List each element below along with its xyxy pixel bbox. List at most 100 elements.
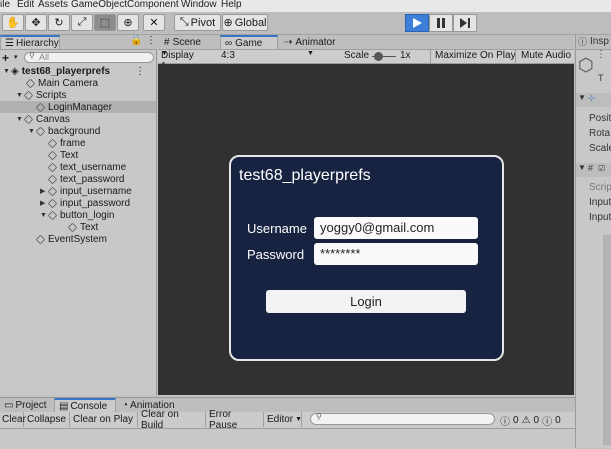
console-search-input[interactable]: ⚲ [310,412,495,425]
global-label: Global [234,16,267,29]
step-button[interactable] [453,14,477,32]
username-label: Username [247,221,307,236]
mute-audio-toggle[interactable]: Mute Audio [521,50,571,61]
tab-inspector[interactable]: Insp [590,36,609,47]
tab-animator[interactable]: ⇢ Animator [280,35,350,49]
error-icon[interactable]: ⓘ [542,413,552,428]
pause-icon [437,18,445,28]
clear-on-play-button[interactable]: Clear on Play [71,412,138,427]
list-item-label: Canvas [36,113,70,125]
menu-edit[interactable]: Edit [17,0,34,10]
transform-tool-button[interactable]: ⊕ [117,14,139,31]
rotate-tool-button[interactable]: ↻ [48,14,70,31]
gameobject-icon [35,234,46,244]
rotation-label: Rota [589,128,611,139]
scene-menu-icon[interactable]: ⋮ [135,66,145,77]
gameobject-icon [25,78,36,88]
search-placeholder: All [39,52,50,62]
move-tool-button[interactable]: ✥ [25,14,47,31]
chevron-down-icon[interactable]: ▾ [14,53,18,61]
password-label: Password [247,247,305,262]
scrollbar[interactable] [603,235,611,445]
tab-hierarchy[interactable]: ☰ Hierarchy [0,35,60,49]
play-icon [413,18,422,28]
play-button[interactable] [405,14,429,32]
tab-project[interactable]: ▭ Project [0,398,54,412]
console-icon: ▤ [59,400,69,412]
animation-icon: ◔ [122,399,129,411]
editor-dropdown[interactable]: Editor ▼ [265,412,302,427]
tab-project-label: Project [15,399,47,411]
list-item-label: Text [60,149,79,161]
expand-arrow-icon: ▼ [40,211,47,219]
gameobject-icon [35,126,46,136]
expand-arrow-icon: ▼ [578,163,586,172]
info-icon[interactable]: ⓘ [500,413,510,428]
scene-row[interactable]: ▼ ◈ test68_playerprefs ⋮ [3,65,159,77]
divider [430,50,431,63]
scale-slider-handle[interactable] [374,52,383,61]
input-field-label-1: Input [589,197,611,208]
hand-tool-button[interactable]: ✋ [2,14,24,31]
hierarchy-search-input[interactable]: ⚲ All [24,51,154,63]
list-item-label: Main Camera [38,77,99,89]
rect-tool-button[interactable]: ⬚ [94,14,116,31]
maximize-on-play-toggle[interactable]: Maximize On Play [435,50,516,61]
script-component-header[interactable]: ▼ # ☑ [576,163,611,177]
login-button[interactable]: Login [266,290,466,313]
tab-game[interactable]: ∞ Game [220,35,278,49]
pause-button[interactable] [429,14,453,32]
login-panel: test68_playerprefs Username yoggy0@gmail… [229,155,504,361]
expand-arrow-icon: ▼ [16,115,23,123]
list-item-label: frame [60,137,86,149]
menu-help[interactable]: Help [221,0,242,10]
game-view-bar: Display 1 ▼ 4:3▼ Scale 1x Maximize On Pl… [158,50,574,72]
folder-icon: ▭ [4,399,14,411]
lock-icon[interactable]: 🔒 [130,35,142,46]
pivot-button[interactable]: ⤡ Pivot [174,14,221,31]
search-icon: ⚲ [316,412,322,421]
list-item[interactable]: LoginManager [0,101,156,113]
warning-count: 0 [533,415,540,426]
gameobject-icon [47,150,58,160]
clear-on-build-button[interactable]: Clear on Build [139,409,206,431]
gameobject-icon [47,138,58,148]
list-item[interactable]: ▼ Scripts [16,89,172,101]
global-button[interactable]: ⊕ Global [222,14,268,31]
menu-gameobject[interactable]: GameObject [71,0,127,10]
pivot-label: Pivot [190,16,216,29]
username-input[interactable]: yoggy0@gmail.com [314,217,478,239]
game-viewport[interactable]: test68_playerprefs Username yoggy0@gmail… [158,64,574,395]
menu-file[interactable]: ile [0,0,10,10]
inspector-menu-icon[interactable]: ⋮ [596,49,606,60]
password-input[interactable]: ******** [314,243,478,265]
panel-menu-icon[interactable]: ⋮ [146,35,156,46]
inspector-panel: ⓘ Insp ⬡ ⋮ T ▼ ⊹ Posit Rota Scale ▼ # ☑ … [575,35,611,448]
error-pause-button[interactable]: Error Pause [207,409,264,431]
menu-assets[interactable]: Assets [38,0,68,10]
list-item[interactable]: ▼ Canvas [16,113,172,125]
menu-window[interactable]: Window [181,0,217,10]
tab-console[interactable]: ▤ Console [54,398,116,412]
rect-transform-header[interactable]: ▼ ⊹ [576,93,611,107]
animator-icon: ⇢ [284,36,293,48]
warning-icon[interactable]: ⚠ [522,415,531,426]
gameobject-icon [47,162,58,172]
checkbox-icon[interactable]: ☑ [598,164,605,173]
scale-icon: ⤢ [77,16,87,28]
move-icon: ✥ [31,17,41,29]
gameobject-icon [67,222,78,232]
divider [515,50,516,63]
menu-component[interactable]: Component [127,0,179,10]
gameobject-icon [47,186,58,196]
editor-label: Editor [267,414,294,425]
clear-button[interactable]: Clear [0,412,26,427]
list-item-label: Scripts [36,89,67,101]
center-tab-bar: # Scene ∞ Game ⇢ Animator [158,35,574,50]
add-icon[interactable]: + [2,51,9,65]
tab-scene[interactable]: # Scene [160,35,220,49]
collapse-button[interactable]: Collapse [25,412,70,427]
custom-tool-button[interactable]: ✕ [143,14,165,31]
scale-tool-button[interactable]: ⤢ [71,14,93,31]
step-icon [460,18,470,28]
